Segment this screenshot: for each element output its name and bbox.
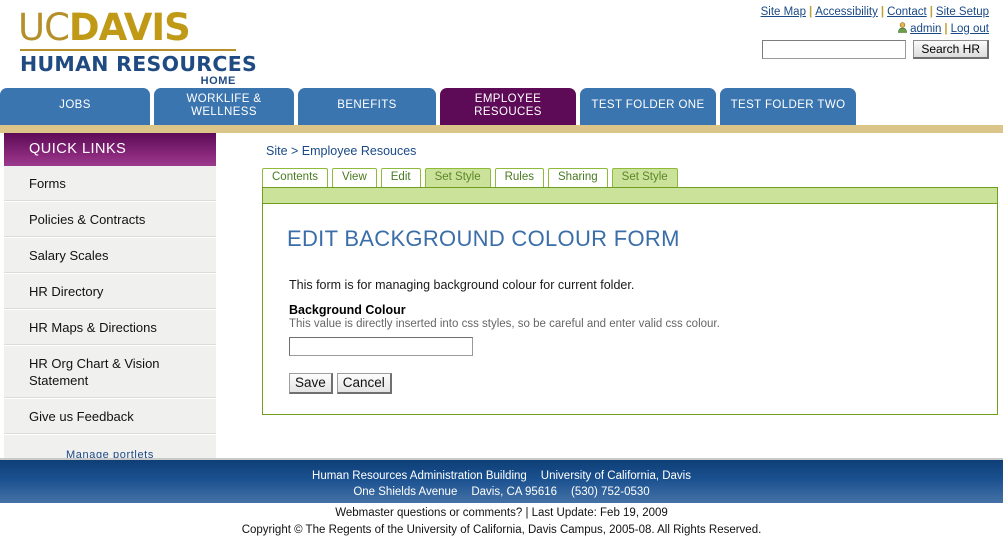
body-wrapper: QUICK LINKS Forms Policies & Contracts S… bbox=[0, 133, 1003, 488]
nav-tab-test-folder-one[interactable]: TEST FOLDER ONE bbox=[580, 88, 716, 125]
sidebar-item-salary-scales[interactable]: Salary Scales bbox=[4, 238, 216, 274]
form-actions: Save Cancel bbox=[289, 373, 973, 394]
separator: | bbox=[944, 23, 948, 35]
background-colour-label: Background Colour bbox=[289, 303, 406, 317]
form-description: This form is for managing background col… bbox=[289, 278, 635, 292]
tab-set-style[interactable]: Set Style bbox=[424, 168, 491, 187]
link-site-map[interactable]: Site Map bbox=[761, 6, 806, 18]
tab-sharing[interactable]: Sharing bbox=[548, 168, 608, 187]
footer-building: Human Resources Administration Building bbox=[312, 470, 527, 482]
footer-phone: (530) 752-0530 bbox=[571, 486, 650, 498]
nav-tab-label: BENEFITS bbox=[337, 99, 397, 111]
link-accessibility[interactable]: Accessibility bbox=[815, 6, 878, 18]
quick-links-title: QUICK LINKS bbox=[4, 133, 216, 166]
sidebar-item-hr-maps-directions[interactable]: HR Maps & Directions bbox=[4, 310, 216, 346]
logo-unit: HUMAN RESOURCES bbox=[20, 52, 258, 76]
nav-tab-label-line1: EMPLOYEE bbox=[474, 93, 542, 105]
footer-line-1: Human Resources Administration Building U… bbox=[0, 468, 1003, 484]
logo-wordmark: UCDAVIS bbox=[18, 8, 258, 48]
nav-tab-jobs[interactable]: JOBS bbox=[0, 88, 150, 125]
separator: | bbox=[929, 6, 933, 18]
sidebar-item-forms[interactable]: Forms bbox=[4, 166, 216, 202]
sidebar-item-give-us-feedback[interactable]: Give us Feedback bbox=[4, 399, 216, 435]
link-log-out[interactable]: Log out bbox=[951, 23, 989, 35]
site-search: Search HR bbox=[761, 40, 989, 59]
footer-university: University of California, Davis bbox=[540, 470, 691, 482]
search-input[interactable] bbox=[761, 40, 906, 59]
footer-webmaster-line[interactable]: Webmaster questions or comments? | Last … bbox=[0, 505, 1003, 522]
footer-copyright-line: Copyright © The Regents of the Universit… bbox=[241, 524, 762, 536]
tab-edit[interactable]: Edit bbox=[380, 168, 421, 187]
tab-view[interactable]: View bbox=[332, 168, 377, 187]
logo-divider bbox=[20, 49, 236, 51]
footer-street: One Shields Avenue bbox=[353, 486, 458, 498]
nav-tab-label: TEST FOLDER TWO bbox=[730, 99, 846, 111]
search-button[interactable]: Search HR bbox=[913, 40, 989, 59]
nav-tab-employee-resources[interactable]: EMPLOYEE RESOUCES bbox=[440, 88, 576, 125]
site-logo[interactable]: UCDAVIS HUMAN RESOURCES HOME bbox=[18, 8, 258, 88]
tab-contents[interactable]: Contents bbox=[262, 168, 329, 187]
breadcrumb[interactable]: Site > Employee Resouces bbox=[240, 133, 1000, 159]
content-column: Site > Employee Resouces Contents View Edi… bbox=[240, 133, 1000, 415]
sidebar-item-hr-directory[interactable]: HR Directory bbox=[4, 274, 216, 310]
tab-rules[interactable]: Rules bbox=[494, 168, 545, 187]
link-contact[interactable]: Contact bbox=[887, 6, 927, 18]
nav-tab-label-line2: RESOUCES bbox=[474, 106, 542, 118]
nav-tab-benefits[interactable]: BENEFITS bbox=[298, 88, 436, 125]
tab-set-style-2[interactable]: Set Style bbox=[611, 168, 678, 187]
separator: | bbox=[880, 6, 885, 18]
nav-tab-test-folder-two[interactable]: TEST FOLDER TWO bbox=[720, 88, 856, 125]
footer-line-2: One Shields Avenue Davis, CA 95616 (530) 7… bbox=[0, 484, 1003, 500]
sidebar-item-hr-org-chart-vision-statement[interactable]: HR Org Chart & Vision Statement bbox=[4, 346, 216, 399]
nav-tab-label: TEST FOLDER ONE bbox=[591, 99, 705, 111]
background-colour-help-text: This value is directly inserted into css… bbox=[289, 318, 720, 330]
nav-tab-label-line1: WORKLIFE & bbox=[186, 93, 262, 105]
utility-links-row-2: admin | Log out bbox=[761, 21, 989, 38]
user-icon bbox=[897, 22, 908, 33]
gold-divider-bar bbox=[0, 125, 1003, 133]
nav-tab-worklife-wellness[interactable]: WORKLIFE & WELLNESS bbox=[154, 88, 294, 125]
separator: | bbox=[808, 6, 813, 18]
nav-tab-label-line2: WELLNESS bbox=[191, 106, 257, 118]
logo-davis: DAVIS bbox=[68, 6, 191, 49]
site-footer-legal: Webmaster questions or comments? | Last … bbox=[0, 505, 1003, 539]
page-header: UCDAVIS HUMAN RESOURCES HOME Site Map | Ac… bbox=[0, 0, 1003, 125]
site-footer-address: Human Resources Administration Building U… bbox=[0, 458, 1003, 503]
sidebar-item-policies-contracts[interactable]: Policies & Contracts bbox=[4, 202, 216, 238]
cancel-button[interactable]: Cancel bbox=[336, 373, 392, 394]
link-admin[interactable]: admin bbox=[910, 23, 941, 35]
main-navigation: JOBS WORKLIFE & WELLNESS BENEFITS EMPLOYEE RE… bbox=[0, 88, 860, 125]
nav-tab-label: JOBS bbox=[59, 99, 91, 111]
logo-home-label: HOME bbox=[200, 75, 236, 87]
utility-links-row-1: Site Map | Accessibility | Contact | Site Setu… bbox=[761, 4, 989, 21]
edit-background-colour-panel: EDIT BACKGROUND COLOUR FORM This form is… bbox=[262, 204, 998, 415]
plone-content-tabs: Contents View Edit Set Style Rules Sharing Set… bbox=[262, 168, 1000, 187]
content-tabs-underline-bar bbox=[262, 187, 998, 204]
background-colour-input[interactable] bbox=[289, 337, 473, 356]
logo-uc: UC bbox=[18, 6, 70, 49]
quick-links-portlet: QUICK LINKS Forms Policies & Contracts S… bbox=[4, 133, 216, 488]
utility-links: Site Map | Accessibility | Contact | Site Setu… bbox=[761, 4, 989, 38]
footer-city-state-zip: Davis, CA 95616 bbox=[471, 486, 558, 498]
save-button[interactable]: Save bbox=[289, 373, 333, 394]
link-site-setup[interactable]: Site Setup bbox=[936, 6, 989, 18]
page-title: EDIT BACKGROUND COLOUR FORM bbox=[287, 226, 680, 251]
